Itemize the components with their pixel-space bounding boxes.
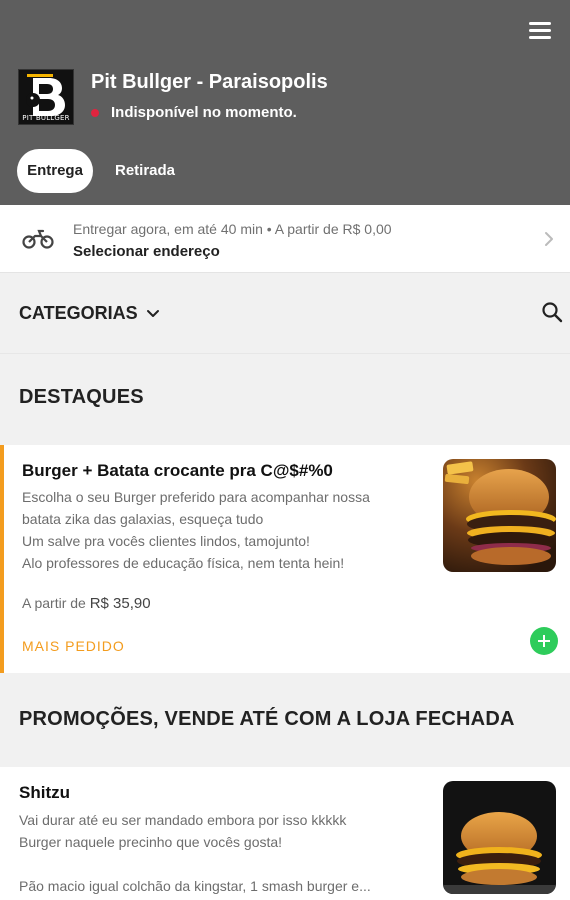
product-card[interactable]: Burger + Batata crocante pra C@$#%0 Esco…	[0, 445, 570, 673]
best-seller-badge: MAIS PEDIDO	[22, 638, 125, 654]
section-title-highlights: DESTAQUES	[19, 386, 144, 408]
delivery-address-selector[interactable]: Entregar agora, em até 40 min • A partir…	[0, 205, 570, 273]
store-status: Indisponível no momento.	[91, 104, 297, 121]
hamburger-menu-icon[interactable]	[529, 22, 551, 40]
chevron-down-icon	[146, 309, 159, 317]
select-address-label: Selecionar endereço	[73, 243, 220, 260]
product-description: Vai durar até eu ser mandado embora por …	[19, 812, 371, 894]
search-icon[interactable]	[540, 300, 564, 324]
status-text: Indisponível no momento.	[111, 104, 297, 121]
product-image	[443, 781, 556, 894]
tab-pickup[interactable]: Retirada	[115, 149, 175, 193]
chevron-right-icon	[545, 232, 553, 246]
store-name: Pit Bullger - Paraisopolis	[91, 71, 328, 93]
product-name: Shitzu	[19, 783, 70, 802]
categories-label: CATEGORIAS	[19, 303, 138, 323]
delivery-info: Entregar agora, em até 40 min • A partir…	[73, 221, 392, 237]
divider	[0, 353, 570, 354]
tab-delivery[interactable]: Entrega	[17, 149, 93, 193]
product-image	[443, 459, 556, 572]
status-dot-icon	[91, 108, 99, 117]
add-product-button[interactable]	[530, 627, 558, 655]
motorcycle-icon	[22, 229, 54, 249]
product-card[interactable]: Shitzu Vai durar até eu ser mandado embo…	[0, 767, 570, 900]
product-name: Burger + Batata crocante pra C@$#%0	[22, 461, 333, 480]
product-price: A partir de R$ 35,90	[22, 595, 151, 612]
logo-text: PIT BULLGER	[22, 114, 70, 122]
store-logo: PIT BULLGER	[18, 69, 74, 125]
product-description: Escolha o seu Burger preferido para acom…	[22, 489, 370, 571]
store-header: PIT BULLGER Pit Bullger - Paraisopolis I…	[0, 0, 570, 205]
categories-dropdown[interactable]: CATEGORIAS	[19, 303, 160, 324]
categories-bar: CATEGORIAS	[0, 290, 570, 338]
section-title-promotions: PROMOÇÕES, VENDE ATÉ COM A LOJA FECHADA	[19, 708, 515, 730]
